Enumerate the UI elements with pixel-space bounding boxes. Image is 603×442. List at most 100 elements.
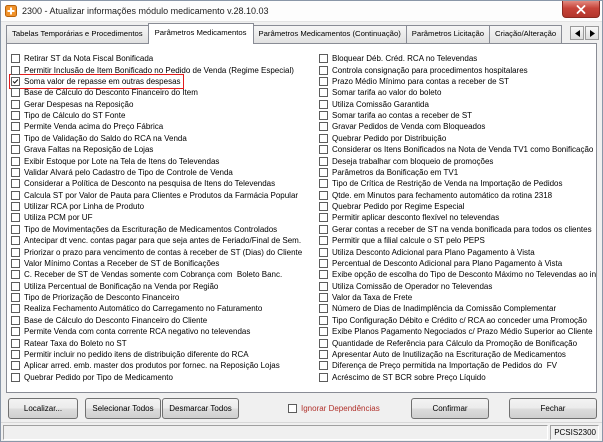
option-item[interactable]: Gerar Despesas na Reposição: [11, 99, 133, 110]
option-row[interactable]: Utiliza Comissão Garantida: [319, 99, 596, 110]
option-item[interactable]: Utilizar RCA por Linha de Produto: [11, 201, 144, 212]
tab-parametros-licitacao[interactable]: Parâmetros Licitação: [405, 25, 491, 43]
option-row[interactable]: Permitir aplicar desconto flexível no te…: [319, 212, 596, 223]
option-item[interactable]: Tipo de Movimentações da Escrituração de…: [11, 224, 277, 235]
option-item[interactable]: Utiliza Percentual de Bonificação na Ven…: [11, 281, 218, 292]
option-item[interactable]: Permitir que a filial calcule o ST pelo …: [319, 235, 485, 246]
option-item[interactable]: Ratear Taxa do Boleto no ST: [11, 338, 127, 349]
option-checkbox[interactable]: [319, 99, 328, 109]
option-item[interactable]: C. Receber de ST de Vendas somente com C…: [11, 269, 282, 280]
option-item[interactable]: Prazo Médio Mínimo para contas a receber…: [319, 76, 509, 87]
option-row[interactable]: Diferença de Preço permitida na Importaç…: [319, 360, 596, 371]
option-item[interactable]: Deseja trabalhar com bloqueio de promoçõ…: [319, 156, 493, 167]
option-item[interactable]: Base de Cálculo do Desconto Financeiro d…: [11, 315, 207, 326]
option-checkbox[interactable]: [319, 156, 328, 166]
option-item[interactable]: Quebrar Pedido por Regime Especial: [319, 201, 465, 212]
option-item[interactable]: Acréscimo de ST BCR sobre Preço Líquido: [319, 372, 486, 383]
option-checkbox[interactable]: [11, 327, 20, 337]
option-row[interactable]: Ratear Taxa do Boleto no ST: [11, 337, 318, 348]
option-checkbox[interactable]: [319, 293, 328, 303]
option-item[interactable]: Valor Mínimo Contas a Receber de ST de B…: [11, 258, 219, 269]
option-checkbox[interactable]: [11, 145, 20, 155]
option-checkbox[interactable]: [11, 99, 20, 109]
option-item[interactable]: Calcula ST por Valor de Pauta para Clien…: [11, 190, 298, 201]
option-item[interactable]: Valor da Taxa de Frete: [319, 292, 412, 303]
option-row[interactable]: Realiza Fechamento Automático do Carrega…: [11, 303, 318, 314]
option-checkbox[interactable]: [319, 361, 328, 371]
option-row[interactable]: Antecipar dt venc. contas pagar para que…: [11, 235, 318, 246]
option-row[interactable]: Utilizar RCA por Linha de Produto: [11, 201, 318, 212]
option-row[interactable]: Percentual de Desconto Adicional para Pl…: [319, 258, 596, 269]
option-item[interactable]: Tipo de Crítica de Restrição de Venda na…: [319, 178, 563, 189]
option-item[interactable]: Controla consignação para procedimentos …: [319, 65, 528, 76]
option-checkbox[interactable]: [11, 281, 20, 291]
option-checkbox[interactable]: [319, 270, 328, 280]
option-item[interactable]: Priorizar o prazo para vencimento de con…: [11, 247, 302, 258]
option-row[interactable]: Apresentar Auto de Inutilização na Escri…: [319, 349, 596, 360]
option-item[interactable]: Tipo de Cálculo do ST Fonte: [11, 110, 125, 121]
option-row[interactable]: Quebrar Pedido por Tipo de Medicamento: [11, 372, 318, 383]
option-row[interactable]: Utiliza Desconto Adicional para Plano Pa…: [319, 246, 596, 257]
option-checkbox[interactable]: [319, 281, 328, 291]
option-checkbox[interactable]: [319, 213, 328, 223]
option-row[interactable]: Tipo de Cálculo do ST Fonte: [11, 110, 318, 121]
option-row[interactable]: Quantidade de Referência para Cálculo da…: [319, 337, 596, 348]
option-row[interactable]: Retirar ST da Nota Fiscal Bonificada: [11, 53, 318, 64]
option-item[interactable]: Utiliza PCM por UF: [11, 212, 92, 223]
option-checkbox[interactable]: [11, 304, 20, 314]
option-item[interactable]: Antecipar dt venc. contas pagar para que…: [11, 235, 301, 246]
tab-parametros-medicamentos[interactable]: Parâmetros Medicamentos: [147, 23, 254, 44]
select-all-button[interactable]: Selecionar Todos: [85, 398, 161, 419]
window-close-button[interactable]: [562, 1, 600, 18]
option-item[interactable]: Permite Venda acima do Preço Fábrica: [11, 121, 163, 132]
option-item[interactable]: Considerar os Itens Bonificados na Nota …: [319, 144, 593, 155]
tab-scroll-left-button[interactable]: [570, 26, 584, 40]
option-item[interactable]: Permite Venda com conta corrente RCA neg…: [11, 326, 250, 337]
option-checkbox[interactable]: [11, 88, 20, 98]
option-row[interactable]: Tipo de Crítica de Restrição de Venda na…: [319, 178, 596, 189]
option-checkbox[interactable]: [11, 236, 20, 246]
option-checkbox[interactable]: [11, 361, 20, 371]
option-item[interactable]: Considerar a Política de Desconto na pes…: [11, 178, 275, 189]
option-checkbox[interactable]: [319, 179, 328, 189]
option-row[interactable]: Deseja trabalhar com bloqueio de promoçõ…: [319, 155, 596, 166]
option-row[interactable]: Tipo de Movimentações da Escrituração de…: [11, 224, 318, 235]
option-row[interactable]: Permitir Inclusão de Item Bonificado no …: [11, 64, 318, 75]
option-checkbox[interactable]: [319, 76, 328, 86]
option-checkbox[interactable]: [319, 349, 328, 359]
locate-button[interactable]: Localizar...: [8, 398, 78, 419]
option-item[interactable]: Grava Faltas na Reposição de Lojas: [11, 144, 153, 155]
option-checkbox[interactable]: [319, 190, 328, 200]
option-item[interactable]: Tipo Configuração Débito e Crédito c/ RC…: [319, 315, 587, 326]
option-row[interactable]: Prazo Médio Mínimo para contas a receber…: [319, 76, 596, 87]
option-item[interactable]: Bloquear Déb. Créd. RCA no Televendas: [319, 53, 477, 64]
option-item[interactable]: Qtde. em Minutos para fechamento automát…: [319, 190, 552, 201]
option-item[interactable]: Gravar Pedidos de Venda com Bloqueados: [319, 121, 485, 132]
option-checkbox[interactable]: [11, 293, 20, 303]
option-checkbox[interactable]: [11, 270, 20, 280]
option-item[interactable]: Retirar ST da Nota Fiscal Bonificada: [11, 53, 153, 64]
option-checkbox[interactable]: [11, 315, 20, 325]
option-checkbox[interactable]: [319, 202, 328, 212]
option-checkbox[interactable]: [319, 258, 328, 268]
confirm-button[interactable]: Confirmar: [411, 398, 489, 419]
option-checkbox[interactable]: [11, 372, 20, 382]
option-checkbox[interactable]: [319, 133, 328, 143]
option-row[interactable]: Valor da Taxa de Frete: [319, 292, 596, 303]
tab-criacao-alteracao[interactable]: Criação/Alteração: [489, 25, 563, 43]
option-item[interactable]: Somar tarifa ao contas a receber de ST: [319, 110, 472, 121]
option-row[interactable]: Gerar Despesas na Reposição: [11, 99, 318, 110]
option-row[interactable]: Grava Faltas na Reposição de Lojas: [11, 144, 318, 155]
option-checkbox[interactable]: [319, 338, 328, 348]
option-item[interactable]: Diferença de Preço permitida na Importaç…: [319, 360, 557, 371]
option-checkbox[interactable]: [11, 76, 20, 86]
ignore-dependencies-option[interactable]: Ignorar Dependências: [288, 403, 380, 414]
option-row[interactable]: Número de Dias de Inadimplência da Comis…: [319, 303, 596, 314]
option-row[interactable]: Exibir Estoque por Lote na Tela de Itens…: [11, 155, 318, 166]
option-row[interactable]: Considerar a Política de Desconto na pes…: [11, 178, 318, 189]
option-checkbox[interactable]: [319, 327, 328, 337]
option-item[interactable]: Base de Cálculo do Desconto Financeiro d…: [11, 87, 198, 98]
option-checkbox[interactable]: [319, 111, 328, 121]
option-row[interactable]: C. Receber de ST de Vendas somente com C…: [11, 269, 318, 280]
option-item[interactable]: Apresentar Auto de Inutilização na Escri…: [319, 349, 566, 360]
